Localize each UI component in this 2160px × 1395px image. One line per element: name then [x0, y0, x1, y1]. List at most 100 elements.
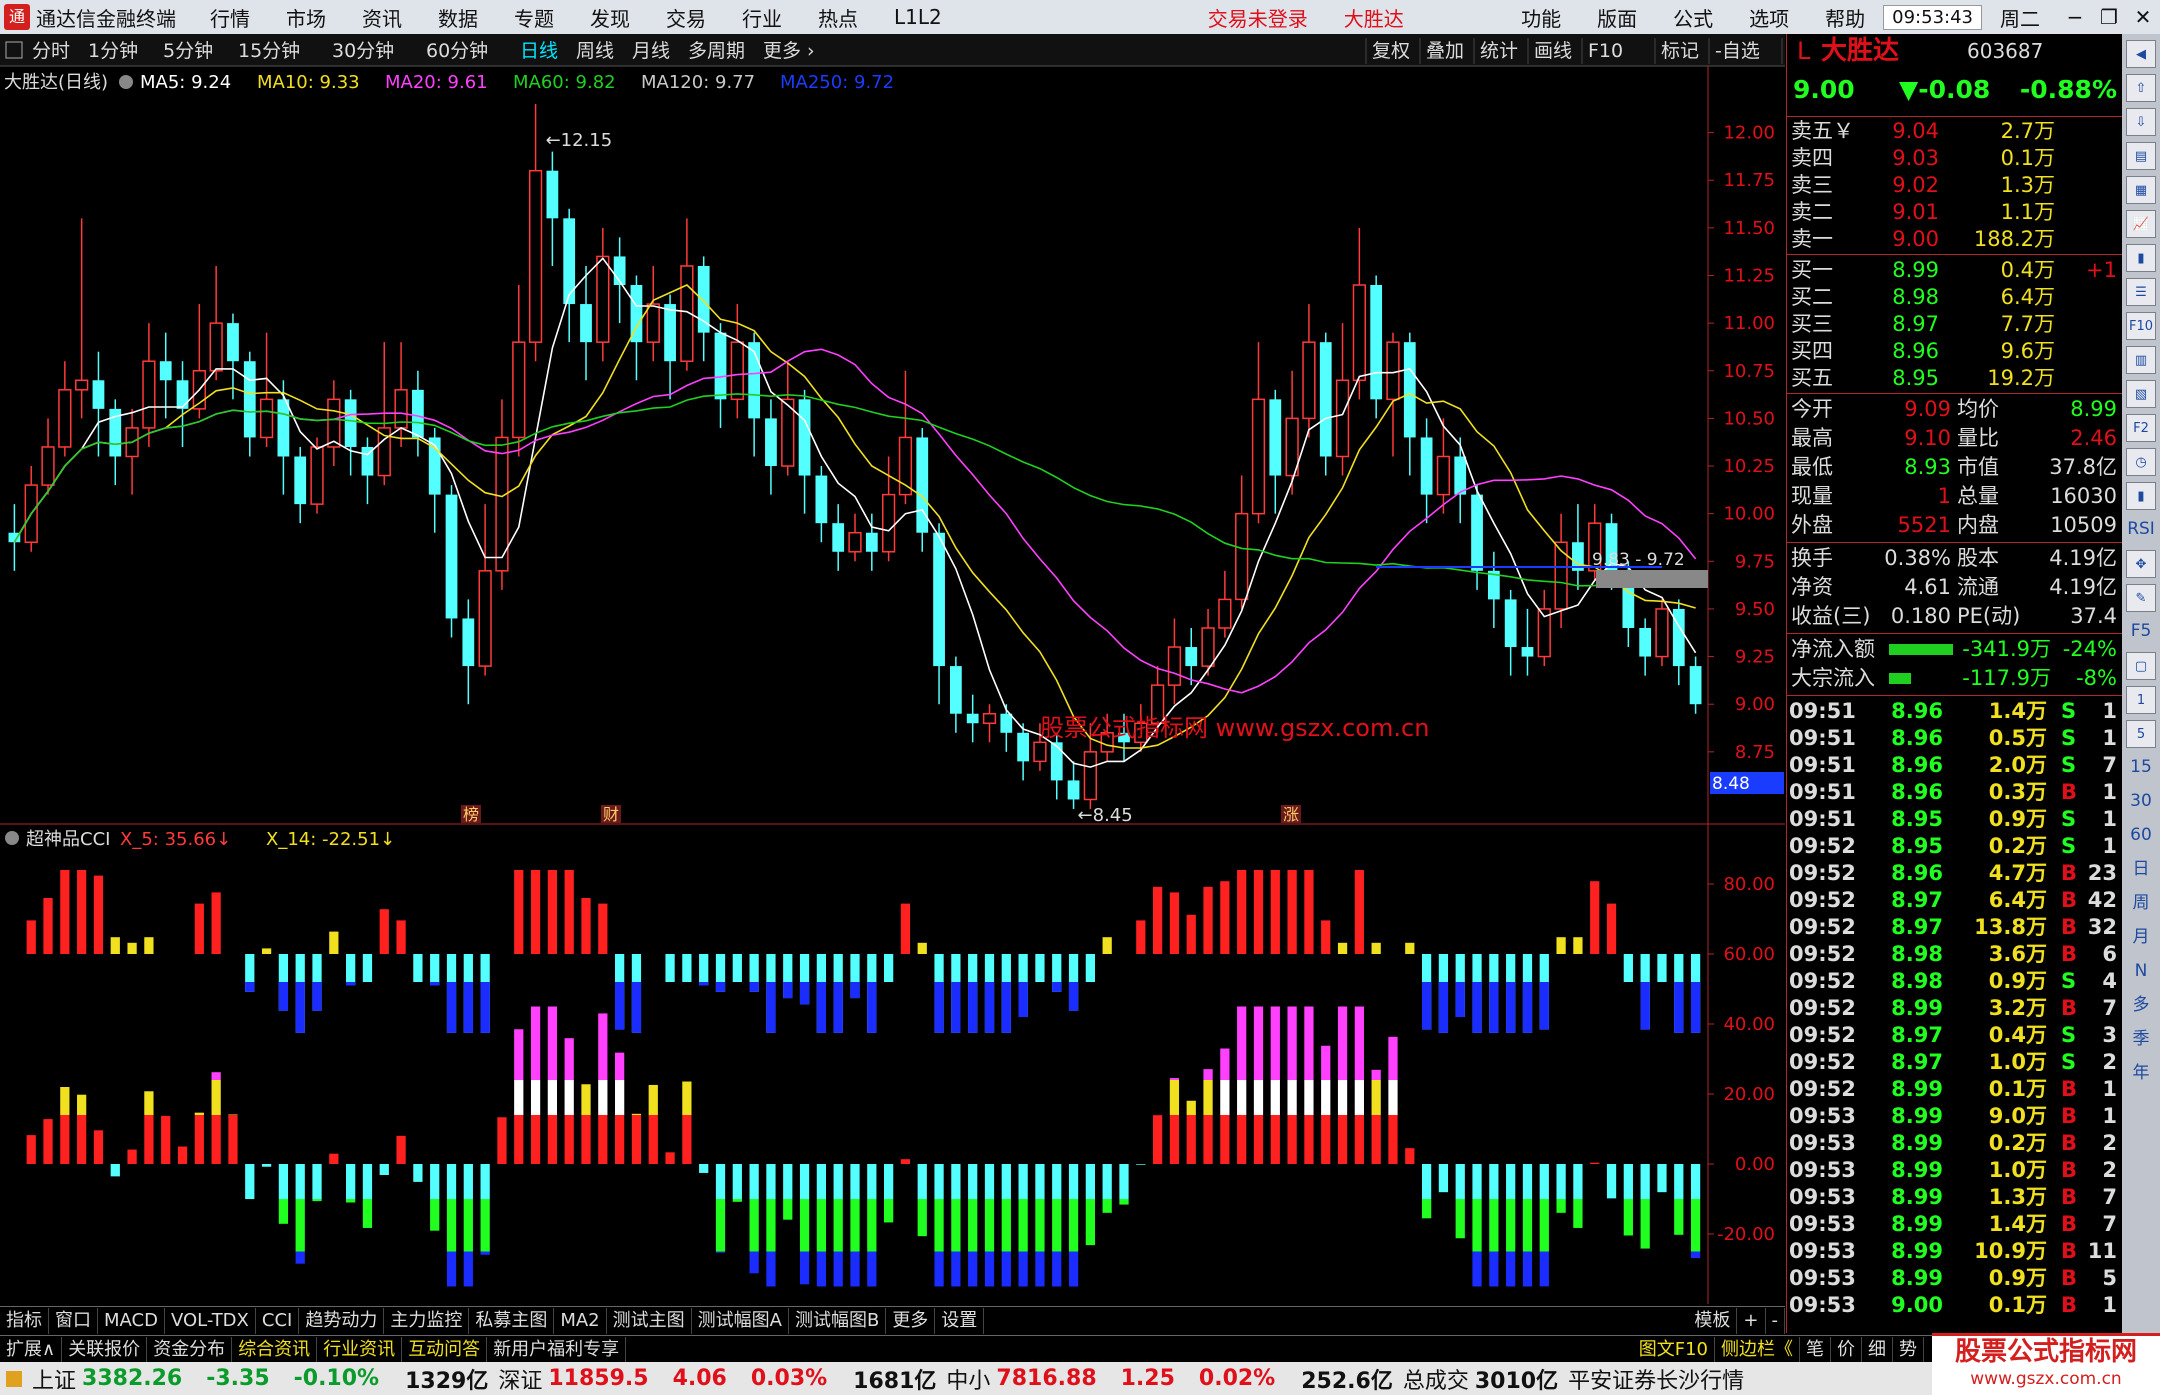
- period-day-icon[interactable]: 日: [2126, 854, 2156, 884]
- settings-icon[interactable]: [119, 75, 133, 89]
- side-tab-5[interactable]: 势: [1893, 1336, 1924, 1362]
- f5-icon[interactable]: F5: [2126, 616, 2156, 646]
- period-season-icon[interactable]: 季: [2126, 1024, 2156, 1054]
- minimize-icon[interactable]: −: [2058, 5, 2092, 29]
- menu-item-formula[interactable]: 公式: [1655, 3, 1731, 32]
- period-multi-icon[interactable]: 多: [2126, 990, 2156, 1020]
- side-tab-3[interactable]: 价: [1831, 1336, 1862, 1362]
- news-icon[interactable]: ▤: [2126, 142, 2156, 170]
- menu-item-function[interactable]: 功能: [1503, 3, 1579, 32]
- kline-chart[interactable]: 分时 1分钟 5分钟 15分钟 30分钟 60分钟 日线 周线 月线 多周期 更多 › 复权 叠加 统计画…: [0, 34, 1785, 1333]
- chart-tool-3[interactable]: 画线: [1534, 40, 1572, 62]
- period-tab-8[interactable]: 月线: [632, 40, 670, 62]
- clock-icon[interactable]: ◷: [2126, 448, 2156, 476]
- period-30-icon[interactable]: 30: [2126, 786, 2156, 816]
- template-tab-0[interactable]: 模板: [1688, 1307, 1738, 1334]
- indicator-tab-9[interactable]: 测试主图: [607, 1307, 692, 1334]
- chart-tool-5[interactable]: 标记: [1661, 40, 1699, 62]
- menu-item-trade[interactable]: 交易: [648, 3, 724, 32]
- five-minute-icon[interactable]: 5: [2126, 720, 2156, 748]
- indicator-tab-7[interactable]: 私募主图: [469, 1307, 555, 1334]
- indicator-tab-0[interactable]: 指标: [0, 1307, 49, 1334]
- indicator-tab-2[interactable]: MACD: [98, 1307, 165, 1334]
- indicator-tab-6[interactable]: 主力监控: [384, 1307, 470, 1334]
- bars-icon[interactable]: ▮: [2126, 482, 2156, 510]
- candle-icon[interactable]: ▮: [2126, 244, 2156, 272]
- menu-item-hot[interactable]: 热点: [800, 3, 876, 32]
- ext-tab-5[interactable]: 互动问答: [402, 1336, 488, 1362]
- event-marker-2[interactable]: 涨: [1283, 805, 1299, 824]
- period-60-icon[interactable]: 60: [2126, 820, 2156, 850]
- table-icon[interactable]: ▧: [2126, 380, 2156, 408]
- side-tab-4[interactable]: 细: [1862, 1336, 1893, 1362]
- menu-item-layout[interactable]: 版面: [1579, 3, 1655, 32]
- period-tab-2[interactable]: 5分钟: [163, 40, 213, 62]
- indicator-settings-icon[interactable]: [5, 831, 19, 845]
- period-tab-6[interactable]: 日线: [520, 40, 558, 62]
- ext-tab-6[interactable]: 新用户福利专享: [487, 1336, 627, 1362]
- indicator-tab-1[interactable]: 窗口: [49, 1307, 98, 1334]
- ext-tab-1[interactable]: 关联报价: [62, 1336, 148, 1362]
- period-month-icon[interactable]: 月: [2126, 922, 2156, 952]
- menu-item-market[interactable]: 市场: [268, 3, 344, 32]
- menu-item-data[interactable]: 数据: [420, 3, 496, 32]
- template-tab-2[interactable]: -: [1766, 1307, 1785, 1334]
- side-tab-1[interactable]: 侧边栏《: [1715, 1336, 1800, 1362]
- indicator-tab-11[interactable]: 测试幅图B: [789, 1307, 887, 1334]
- indicator-tab-4[interactable]: CCI: [256, 1307, 300, 1334]
- ext-tab-3[interactable]: 综合资讯: [232, 1336, 318, 1362]
- expand-icon[interactable]: ◀: [2126, 40, 2156, 68]
- calendar-icon[interactable]: ▥: [2126, 346, 2156, 374]
- chart-tool-6[interactable]: -自选: [1715, 40, 1760, 62]
- side-tab-0[interactable]: 图文F10: [1633, 1336, 1715, 1362]
- chart-tool-4[interactable]: F10: [1588, 40, 1623, 62]
- f2-icon[interactable]: F2: [2126, 414, 2156, 442]
- indicator-tab-3[interactable]: VOL-TDX: [165, 1307, 256, 1334]
- menu-item-news[interactable]: 资讯: [344, 3, 420, 32]
- line-chart-icon[interactable]: 📈: [2126, 210, 2156, 238]
- menu-item-help[interactable]: 帮助: [1807, 3, 1883, 32]
- close-icon[interactable]: ✕: [2126, 5, 2160, 29]
- indicator-tab-13[interactable]: 设置: [935, 1307, 985, 1334]
- menu-item-l1l2[interactable]: L1L2: [876, 5, 960, 29]
- template-tab-1[interactable]: +: [1737, 1307, 1766, 1334]
- period-tab-5[interactable]: 60分钟: [426, 40, 488, 62]
- menu-item-industry[interactable]: 行业: [724, 3, 800, 32]
- ext-tab-0[interactable]: 扩展∧: [0, 1336, 63, 1362]
- menu-item-discover[interactable]: 发现: [572, 3, 648, 32]
- period-n-icon[interactable]: N: [2126, 956, 2156, 986]
- period-year-icon[interactable]: 年: [2126, 1058, 2156, 1088]
- menu-item-quotes[interactable]: 行情: [192, 3, 268, 32]
- grid-icon[interactable]: ▦: [2126, 176, 2156, 204]
- minute-icon[interactable]: 1: [2126, 686, 2156, 714]
- chart-tool-2[interactable]: 统计: [1480, 40, 1518, 62]
- indicator-tab-5[interactable]: 趋势动力: [299, 1307, 385, 1334]
- chart-tool-0[interactable]: 复权: [1372, 40, 1410, 62]
- period-tab-7[interactable]: 周线: [576, 40, 614, 62]
- f10-icon[interactable]: F10: [2126, 312, 2156, 340]
- restore-icon[interactable]: ❐: [2092, 5, 2126, 29]
- pen-icon[interactable]: ✎: [2126, 584, 2156, 612]
- indicator-tab-8[interactable]: MA2: [554, 1307, 607, 1334]
- menu-item-options[interactable]: 选项: [1731, 3, 1807, 32]
- arrow-up-icon[interactable]: ⇧: [2126, 74, 2156, 102]
- period-tab-4[interactable]: 30分钟: [332, 40, 394, 62]
- period-15-icon[interactable]: 15: [2126, 752, 2156, 782]
- period-tab-3[interactable]: 15分钟: [238, 40, 300, 62]
- ext-tab-2[interactable]: 资金分布: [147, 1336, 233, 1362]
- chart-tool-1[interactable]: 叠加: [1426, 40, 1464, 62]
- period-tab-10[interactable]: 更多 ›: [763, 40, 815, 62]
- indicator-tab-10[interactable]: 测试幅图A: [692, 1307, 789, 1334]
- list-icon[interactable]: ☰: [2126, 278, 2156, 306]
- ext-tab-4[interactable]: 行业资讯: [317, 1336, 403, 1362]
- period-tab-9[interactable]: 多周期: [688, 40, 745, 62]
- indicator-tab-12[interactable]: 更多: [886, 1307, 936, 1334]
- menu-item-topics[interactable]: 专题: [496, 3, 572, 32]
- move-icon[interactable]: ✥: [2126, 550, 2156, 578]
- window-icon[interactable]: ▢: [2126, 652, 2156, 680]
- side-tab-2[interactable]: 笔: [1800, 1336, 1831, 1362]
- period-week-icon[interactable]: 周: [2126, 888, 2156, 918]
- rsi-icon[interactable]: RSI: [2126, 514, 2156, 544]
- trade-login-notice[interactable]: 交易未登录: [1190, 3, 1326, 32]
- event-marker-0[interactable]: 榜: [463, 805, 479, 824]
